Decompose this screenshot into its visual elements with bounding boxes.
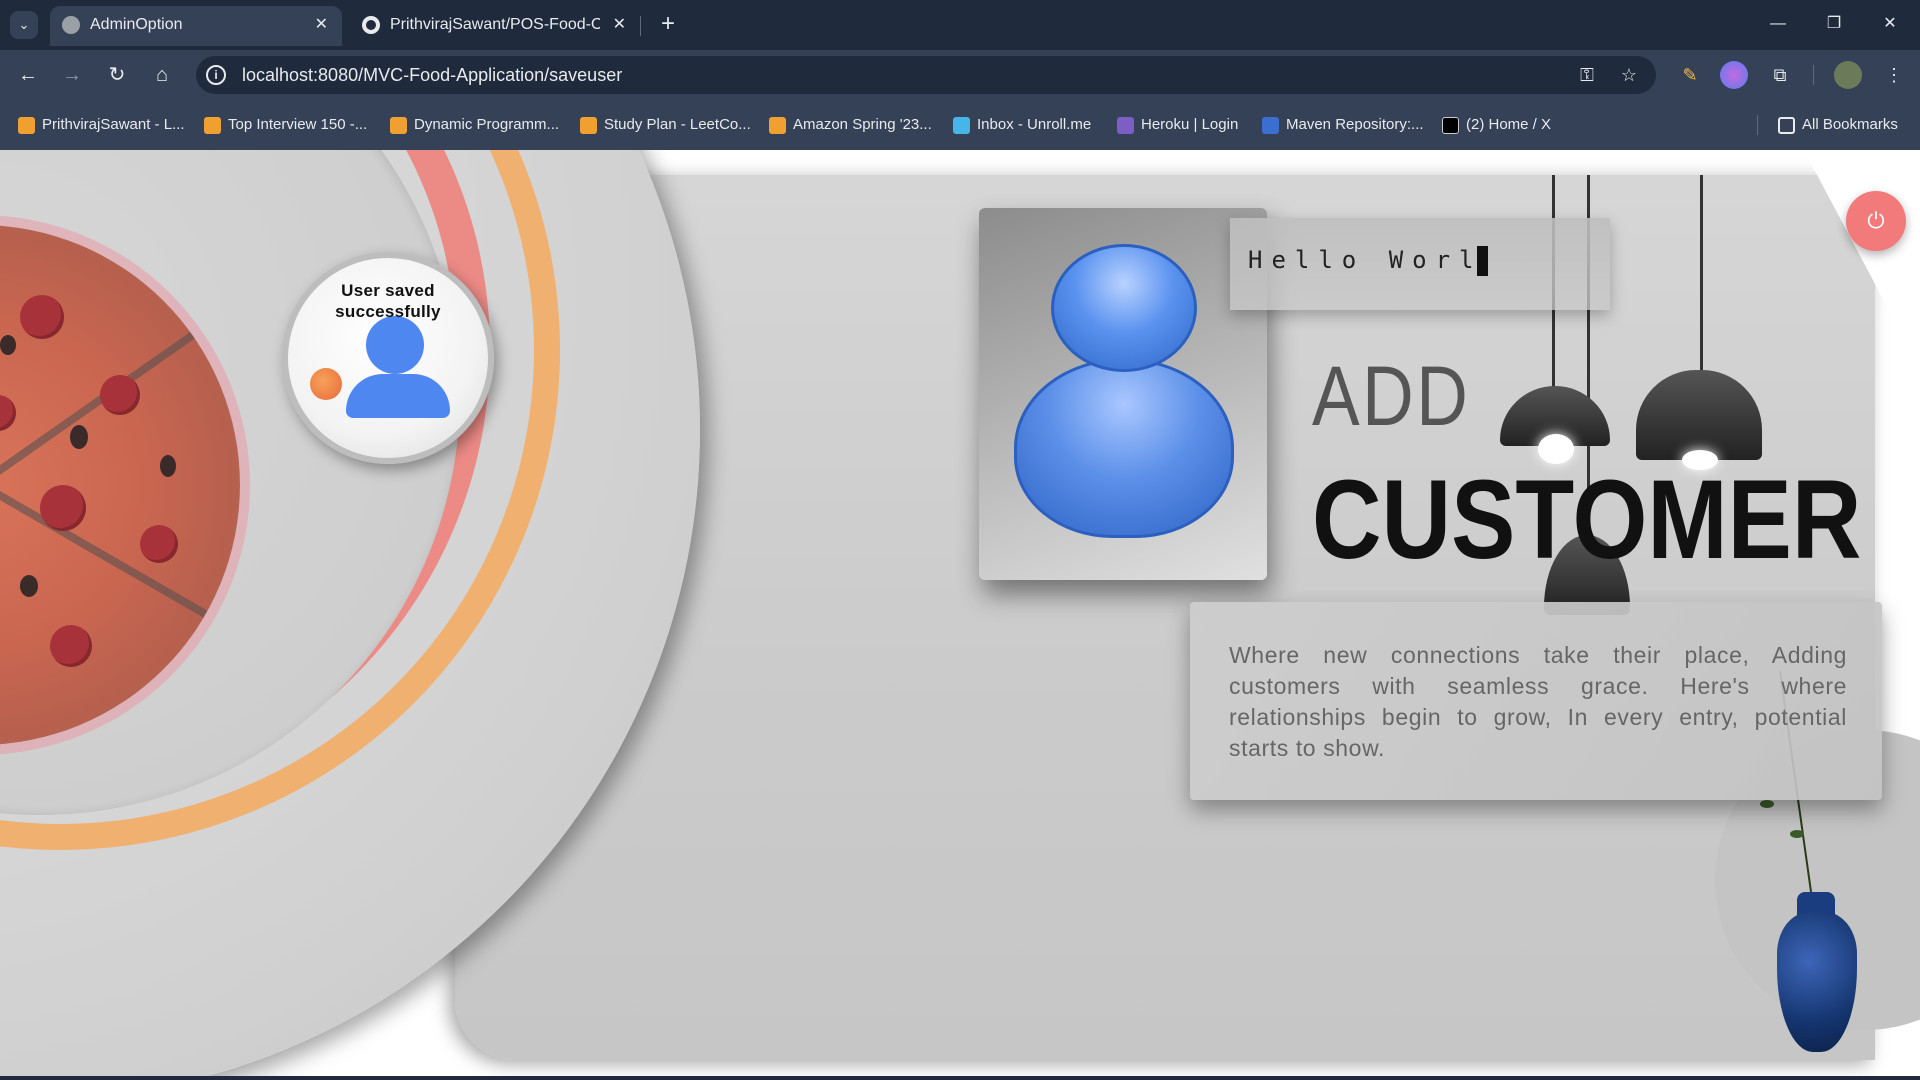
address-bar[interactable]: i localhost:8080/MVC-Food-Application/sa… [196, 56, 1656, 94]
bookmarks-divider [1757, 115, 1758, 135]
back-button[interactable]: ← [12, 59, 44, 91]
browser-toolbar: ← → ↻ ⌂ i localhost:8080/MVC-Food-Applic… [0, 50, 1920, 100]
restore-button[interactable]: ❐ [1806, 0, 1862, 50]
user-icon-body [1014, 358, 1234, 538]
menu-kebab-icon[interactable]: ⋮ [1880, 61, 1908, 89]
plant-leaf [1760, 800, 1774, 808]
minimize-button[interactable]: — [1750, 0, 1806, 50]
profile-avatar[interactable] [1834, 61, 1862, 89]
close-tab-icon[interactable]: ✕ [315, 6, 328, 44]
globe-icon [62, 16, 80, 34]
heroku-icon [1117, 117, 1134, 134]
bookmarks-bar: PrithvirajSawant - L... Top Interview 15… [0, 100, 1920, 150]
logout-power-button[interactable]: ⏻ [1846, 191, 1906, 251]
tab-search-button[interactable]: ⌄ [10, 11, 38, 39]
leetcode-icon [580, 117, 597, 134]
tab-title: PrithvirajSawant/POS-Food-Order [390, 16, 600, 33]
power-icon: ⏻ [1867, 208, 1885, 233]
bookmark-item[interactable]: Amazon Spring '23... [769, 100, 932, 150]
bookmark-item[interactable]: Maven Repository:... [1262, 100, 1424, 150]
status-dot [310, 368, 342, 400]
leetcode-icon [390, 117, 407, 134]
toast-message: User saved successfully [335, 281, 441, 321]
bookmark-item[interactable]: (2) Home / X [1442, 100, 1551, 150]
text-caret [1476, 246, 1488, 276]
forward-button[interactable]: → [56, 59, 88, 91]
home-button[interactable]: ⌂ [146, 59, 178, 91]
lamp-cord [1700, 175, 1703, 395]
toolbar-divider [1813, 65, 1814, 85]
tab-github[interactable]: PrithvirajSawant/POS-Food-Order ✕ [350, 6, 640, 46]
bookmark-star-icon[interactable]: ☆ [1614, 60, 1644, 90]
plant-leaf [1790, 830, 1804, 838]
close-window-button[interactable]: ✕ [1862, 0, 1918, 50]
password-key-icon[interactable]: ⚿ [1572, 60, 1602, 90]
description-text: Where new connections take their place, … [1229, 642, 1847, 761]
folder-icon [1778, 117, 1795, 134]
leetcode-icon [18, 117, 35, 134]
user-icon-head [366, 316, 424, 374]
pen-extension-icon[interactable]: ✎ [1676, 61, 1704, 89]
typewriter-text: Hello Worl [1248, 246, 1488, 276]
maven-icon [1262, 117, 1279, 134]
user-icon-head [1051, 244, 1197, 372]
bookmark-item[interactable]: Inbox - Unroll.me [953, 100, 1091, 150]
unroll-icon [953, 117, 970, 134]
success-toast: User saved successfully [282, 252, 494, 464]
github-icon [362, 16, 380, 34]
tab-strip: ⌄ AdminOption ✕ PrithvirajSawant/POS-Foo… [0, 0, 1920, 50]
x-icon [1442, 117, 1459, 134]
extensions-icon[interactable]: ⧉ [1766, 61, 1794, 89]
bottom-edge [0, 1076, 1920, 1080]
page-title-customer: CUSTOMER [1312, 457, 1862, 582]
user-avatar-card [979, 208, 1267, 580]
reload-button[interactable]: ↻ [101, 59, 133, 91]
tab-admin-option[interactable]: AdminOption ✕ [50, 6, 342, 46]
leetcode-icon [769, 117, 786, 134]
tab-divider [640, 16, 641, 36]
tab-title: AdminOption [90, 16, 183, 33]
page-title-add: ADD [1312, 349, 1471, 443]
description-card: Where new connections take their place, … [1190, 602, 1882, 800]
bookmark-item[interactable]: PrithvirajSawant - L... [18, 100, 185, 150]
new-tab-button[interactable]: + [652, 8, 684, 40]
typewriter-box: Hello Worl [1230, 218, 1610, 310]
bookmark-item[interactable]: Study Plan - LeetCo... [580, 100, 751, 150]
bookmark-item[interactable]: Top Interview 150 -... [204, 100, 367, 150]
brain-extension-icon[interactable] [1720, 61, 1748, 89]
url-text[interactable]: localhost:8080/MVC-Food-Application/save… [242, 56, 622, 94]
site-info-icon[interactable]: i [206, 65, 226, 85]
close-tab-icon[interactable]: ✕ [613, 6, 626, 44]
bookmark-item[interactable]: Dynamic Programm... [390, 100, 559, 150]
all-bookmarks-button[interactable]: All Bookmarks [1778, 100, 1898, 150]
page-content: User saved successfully Hello Worl ADD C… [0, 150, 1920, 1080]
leetcode-icon [204, 117, 221, 134]
bookmark-item[interactable]: Heroku | Login [1117, 100, 1238, 150]
user-icon-body [346, 374, 450, 418]
